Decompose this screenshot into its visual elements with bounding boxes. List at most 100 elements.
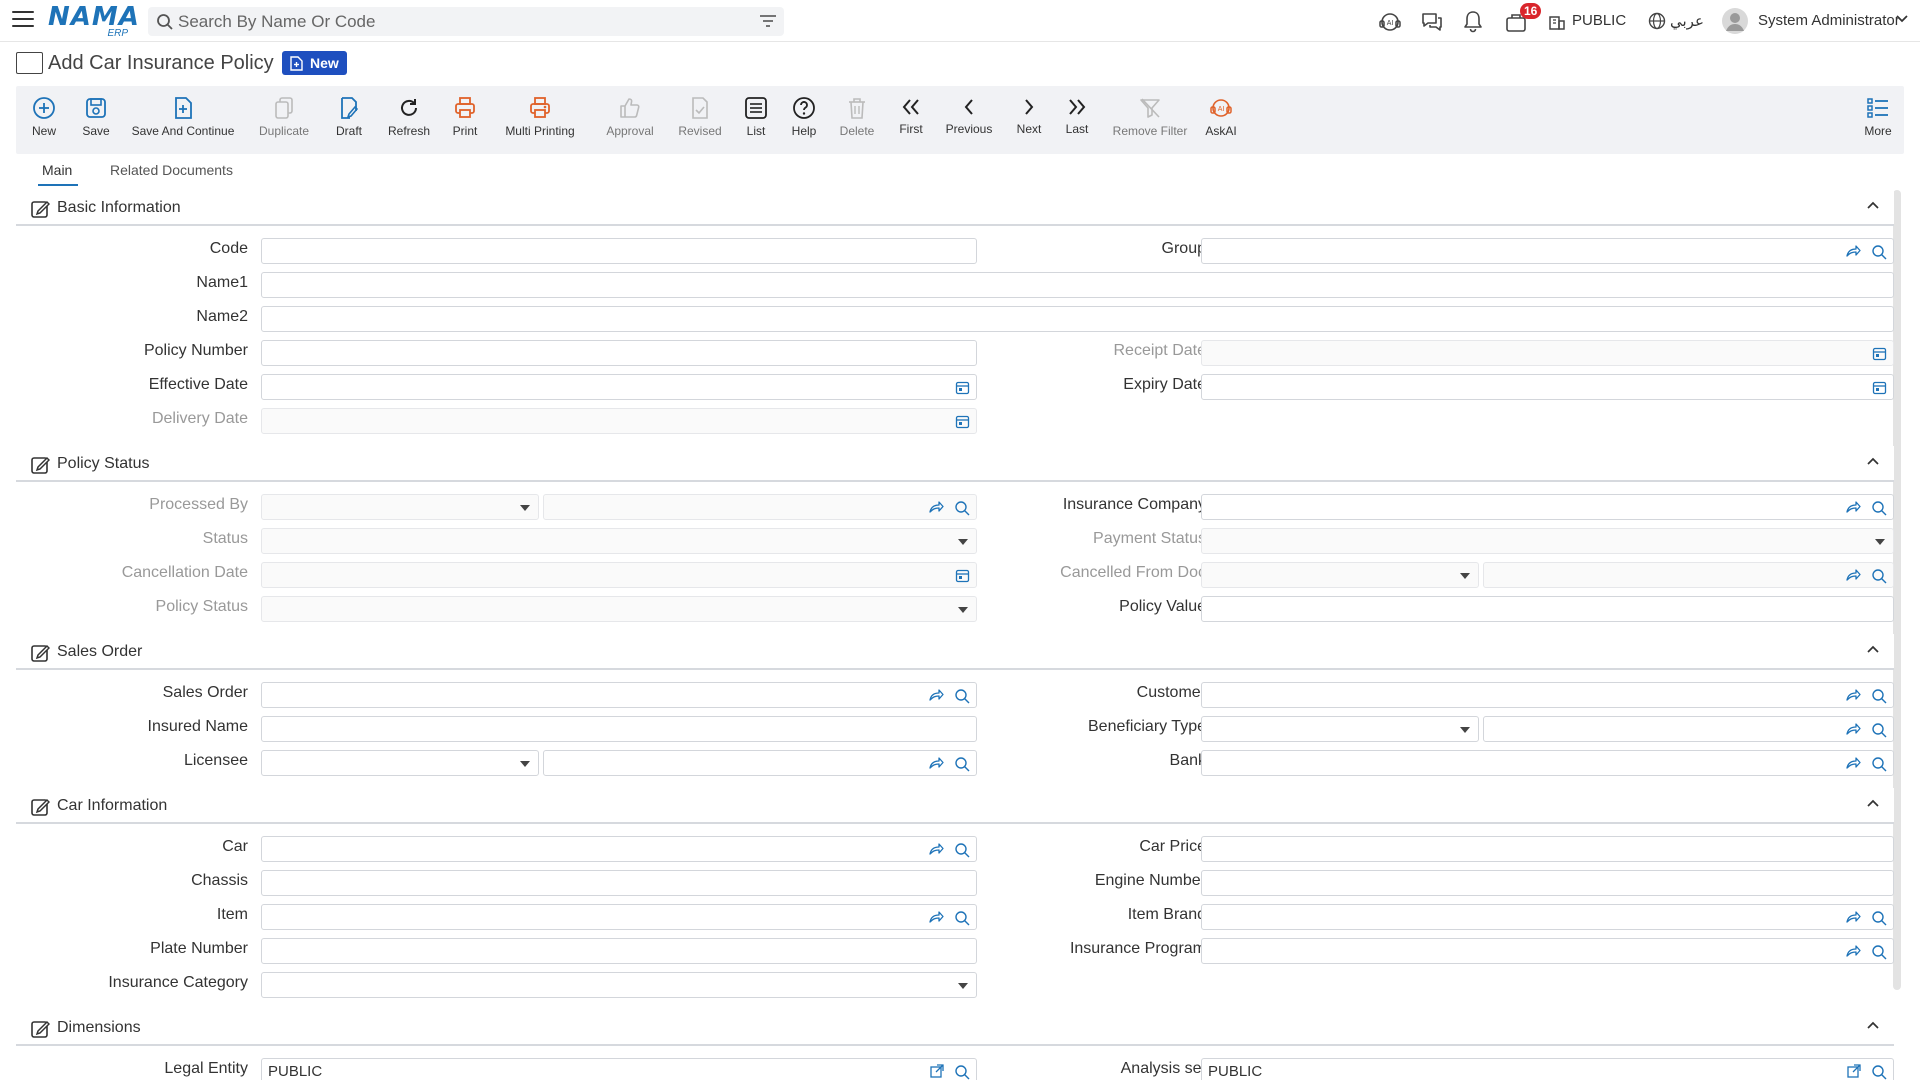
menu-icon[interactable] [12,11,34,29]
askai-button[interactable]: AI AskAI [1188,86,1254,154]
receipt-date-field[interactable] [1201,340,1894,366]
open-link-icon[interactable] [1845,756,1861,770]
status-input[interactable] [262,529,976,553]
chat-icon[interactable] [1420,10,1444,34]
policy-status-select[interactable] [261,596,977,622]
lookup-search-icon[interactable] [1871,1064,1887,1080]
lookup-search-icon[interactable] [1871,910,1887,926]
effective-date-field[interactable] [261,374,977,400]
group-input[interactable] [1202,239,1893,263]
dropdown-arrow-icon[interactable] [1460,727,1470,733]
lookup-search-icon[interactable] [954,842,970,858]
open-link-icon[interactable] [1845,688,1861,702]
processed-by-input[interactable] [544,495,976,519]
save-continue-button[interactable]: Save And Continue [128,86,238,154]
cancelled-from-doc-type-select[interactable] [1201,562,1479,588]
item-brand-field[interactable] [1201,904,1894,930]
avatar[interactable] [1722,8,1748,34]
last-button[interactable]: Last [1054,86,1100,154]
processed-by-type-input[interactable] [262,495,538,519]
open-link-icon[interactable] [928,910,944,924]
dropdown-arrow-icon[interactable] [958,539,968,545]
chevron-down-icon[interactable] [1896,14,1908,24]
cancellation-date-field[interactable] [261,562,977,588]
open-link-icon[interactable] [1845,944,1861,958]
language-switch[interactable]: عربي [1670,12,1704,30]
dropdown-arrow-icon[interactable] [958,607,968,613]
draft-button[interactable]: Draft [326,86,372,154]
dropdown-arrow-icon[interactable] [520,761,530,767]
legal-entity-field[interactable] [261,1058,977,1080]
help-button[interactable]: Help [782,86,826,154]
dropdown-arrow-icon[interactable] [520,505,530,511]
receipt-date-input[interactable] [1202,341,1893,365]
calendar-icon[interactable] [1872,380,1887,395]
processed-by-field[interactable] [543,494,977,520]
lookup-search-icon[interactable] [1871,688,1887,704]
revised-button[interactable]: Revised [664,86,736,154]
open-link-icon[interactable] [928,688,944,702]
insurance-program-field[interactable] [1201,938,1894,964]
item-input[interactable] [262,905,976,929]
name2-input[interactable] [262,307,1893,331]
licensee-input[interactable] [544,751,976,775]
code-input[interactable] [262,239,976,263]
insurance-company-input[interactable] [1202,495,1893,519]
policy-value-field[interactable] [1201,596,1894,622]
expiry-date-input[interactable] [1202,375,1893,399]
lookup-search-icon[interactable] [954,910,970,926]
payment-status-select[interactable] [1201,528,1894,554]
section-car-information[interactable]: Car Information [16,788,1894,824]
approval-button[interactable]: Approval [586,86,674,154]
lookup-search-icon[interactable] [954,500,970,516]
licensee-type-input[interactable] [262,751,538,775]
name1-field[interactable] [261,272,1894,298]
filter-icon[interactable] [760,14,776,28]
dropdown-arrow-icon[interactable] [1875,539,1885,545]
car-input[interactable] [262,837,976,861]
open-link-icon[interactable] [1845,910,1861,924]
effective-date-input[interactable] [262,375,976,399]
policy-number-input[interactable] [262,341,976,365]
next-button[interactable]: Next [1006,86,1052,154]
user-name[interactable]: System Administrator [1758,12,1900,29]
ai-support-icon[interactable]: AI [1378,10,1402,34]
lookup-search-icon[interactable] [1871,756,1887,772]
insurance-company-field[interactable] [1201,494,1894,520]
payment-status-input[interactable] [1202,529,1893,553]
customer-field[interactable] [1201,682,1894,708]
tab-related-documents[interactable]: Related Documents [110,162,233,178]
search-input[interactable] [178,7,738,36]
delete-button[interactable]: Delete [832,86,882,154]
calendar-icon[interactable] [1872,346,1887,361]
code-field[interactable] [261,238,977,264]
duplicate-button[interactable]: Duplicate [252,86,316,154]
legal-entity-input[interactable] [262,1059,976,1080]
multi-printing-button[interactable]: Multi Printing [496,86,584,154]
save-button[interactable]: Save [72,86,120,154]
dropdown-arrow-icon[interactable] [1460,573,1470,579]
first-button[interactable]: First [888,86,934,154]
lookup-search-icon[interactable] [1871,500,1887,516]
branch-name[interactable]: PUBLIC [1572,12,1626,29]
bank-field[interactable] [1201,750,1894,776]
lookup-search-icon[interactable] [954,1064,970,1080]
insured-name-field[interactable] [261,716,977,742]
remove-filter-button[interactable]: Remove Filter [1102,86,1198,154]
engine-number-input[interactable] [1202,871,1893,895]
lookup-search-icon[interactable] [1871,722,1887,738]
tab-main[interactable]: Main [42,162,72,178]
policy-status-input[interactable] [262,597,976,621]
section-policy-status[interactable]: Policy Status [16,446,1894,482]
delivery-date-input[interactable] [262,409,976,433]
analysis-set-field[interactable] [1201,1058,1894,1080]
open-link-icon[interactable] [1845,568,1861,582]
licensee-type-select[interactable] [261,750,539,776]
calendar-icon[interactable] [955,568,970,583]
plate-number-field[interactable] [261,938,977,964]
previous-button[interactable]: Previous [938,86,1000,154]
lookup-search-icon[interactable] [954,756,970,772]
beneficiary-type-select[interactable] [1201,716,1479,742]
external-link-icon[interactable] [1847,1064,1861,1078]
open-link-icon[interactable] [928,500,944,514]
